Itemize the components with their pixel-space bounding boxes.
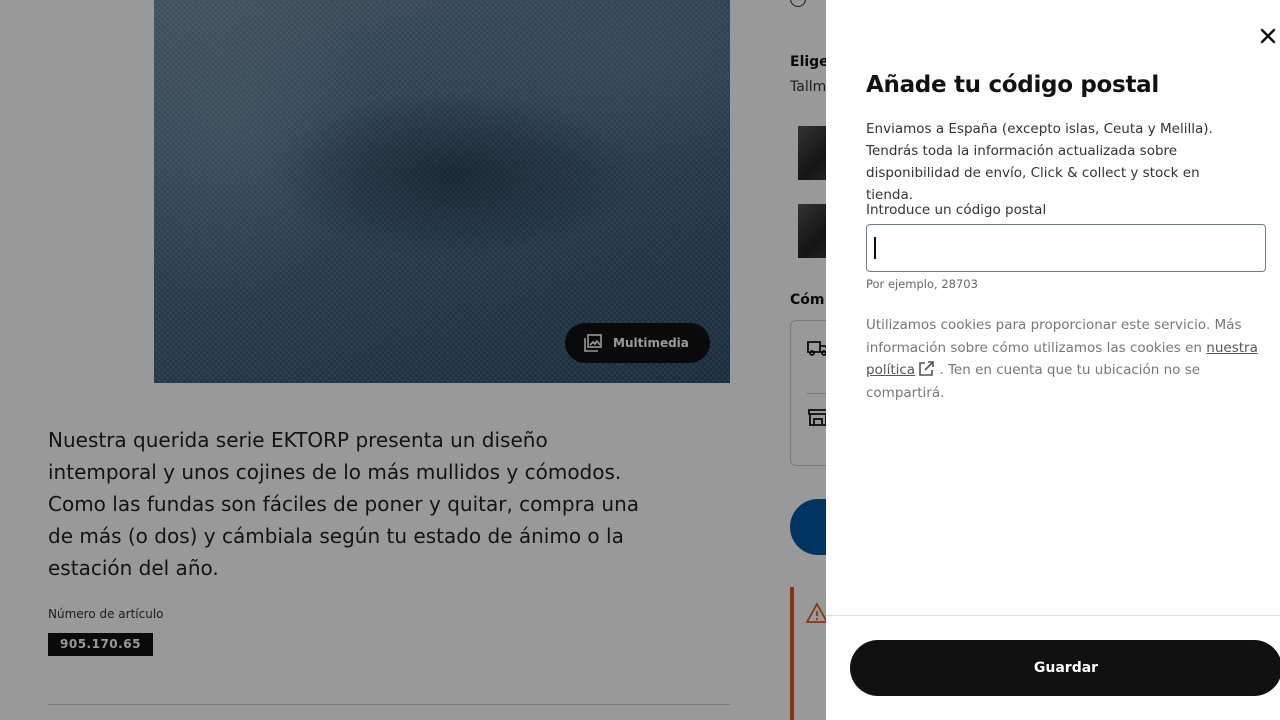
close-icon bbox=[1260, 28, 1276, 44]
external-link-icon bbox=[919, 361, 934, 376]
postal-code-label: Introduce un código postal bbox=[866, 202, 1047, 218]
modal-intro-text: Enviamos a España (excepto islas, Ceuta … bbox=[866, 121, 1213, 203]
close-button[interactable] bbox=[1256, 24, 1280, 48]
text-cursor bbox=[874, 237, 876, 259]
save-button[interactable]: Guardar bbox=[850, 640, 1280, 696]
cookie-notice: Utilizamos cookies para proporcionar est… bbox=[866, 314, 1266, 404]
postal-code-input[interactable] bbox=[866, 224, 1266, 272]
postal-code-helper: Por ejemplo, 28703 bbox=[866, 277, 978, 291]
footer-divider bbox=[826, 615, 1280, 616]
save-button-label: Guardar bbox=[1033, 660, 1099, 676]
cookie-text-before: Utilizamos cookies para proporcionar est… bbox=[866, 317, 1242, 356]
modal-title: Añade tu código postal bbox=[866, 72, 1159, 98]
postal-code-modal: Añade tu código postal Enviamos a España… bbox=[826, 0, 1280, 720]
